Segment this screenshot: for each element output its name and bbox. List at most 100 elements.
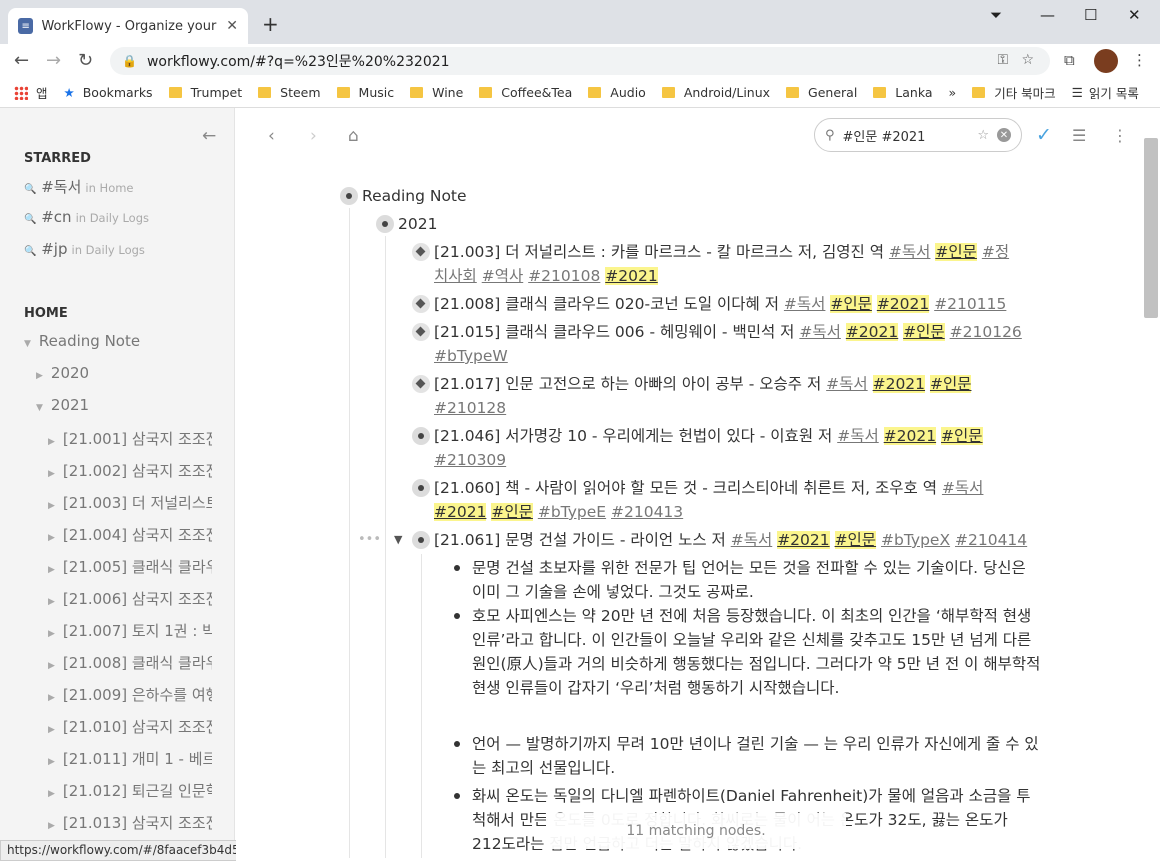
extensions-icon[interactable]: ⧉ bbox=[1064, 51, 1075, 69]
checkmark-icon[interactable]: ✓ bbox=[1036, 124, 1052, 146]
bookmarks-overflow-button[interactable]: » bbox=[949, 85, 957, 100]
bookmark-folder[interactable]: Audio bbox=[588, 85, 646, 100]
expand-icon[interactable]: ▶ bbox=[48, 661, 55, 671]
home-icon[interactable]: ⌂ bbox=[348, 126, 359, 146]
expand-icon[interactable]: ▶ bbox=[48, 789, 55, 799]
sidebar-item-reading-note[interactable]: ▼ Reading Note bbox=[24, 332, 224, 350]
bullet-small[interactable] bbox=[454, 741, 460, 747]
tag[interactable]: #독서 bbox=[942, 479, 984, 497]
new-tab-button[interactable]: + bbox=[262, 12, 279, 36]
expand-icon[interactable]: ▶ bbox=[48, 693, 55, 703]
bookmark-folder[interactable]: Music bbox=[336, 85, 394, 100]
tab-workflowy[interactable]: ≡ WorkFlowy - Organize your brain. ✕ bbox=[8, 8, 248, 44]
sidebar-item[interactable]: ▶ [21.006] 삼국지 조조전 bbox=[48, 588, 212, 609]
tag[interactable]: #210108 bbox=[528, 267, 600, 285]
tag-highlight[interactable]: #2021 bbox=[845, 323, 899, 341]
bullet-small[interactable] bbox=[454, 565, 460, 571]
star-search-icon[interactable]: ☆ bbox=[977, 128, 989, 143]
tag-highlight[interactable]: #2021 bbox=[883, 427, 937, 445]
tag-highlight[interactable]: #인문 bbox=[830, 295, 872, 313]
tag-highlight[interactable]: #2021 bbox=[605, 267, 658, 285]
bookmark-folder[interactable]: Trumpet bbox=[168, 85, 242, 100]
tag[interactable]: #210413 bbox=[611, 503, 683, 521]
tag[interactable]: #독서 bbox=[784, 295, 826, 313]
sidebar-item[interactable]: ▶ [21.004] 삼국지 조조전 bbox=[48, 524, 212, 545]
tag[interactable]: #210115 bbox=[934, 295, 1006, 313]
tag-highlight[interactable]: #2021 bbox=[434, 503, 487, 521]
omnibox[interactable]: 🔒 workflowy.com/#?q=%23인문%20%232021 ⚿ ☆ bbox=[110, 47, 1050, 75]
clear-search-icon[interactable]: ✕ bbox=[997, 128, 1011, 142]
bullet-small[interactable] bbox=[454, 793, 460, 799]
expand-icon[interactable]: ▶ bbox=[36, 371, 43, 381]
bullet-dot[interactable] bbox=[412, 479, 430, 497]
bullet-diamond[interactable] bbox=[412, 323, 430, 341]
expand-icon[interactable]: ▶ bbox=[48, 565, 55, 575]
bullet-dot[interactable] bbox=[376, 215, 394, 233]
tag-highlight[interactable]: #인문 bbox=[903, 323, 945, 341]
tag[interactable]: #정 bbox=[982, 243, 1009, 261]
forward-icon[interactable]: → bbox=[46, 50, 61, 71]
node-entry[interactable]: [21.008] 클래식 클라우드 020-코넌 도일 이다혜 저 #독서 #인… bbox=[434, 292, 1006, 316]
sidebar-item[interactable]: ▶ [21.002] 삼국지 조조전 bbox=[48, 460, 212, 481]
tab-close-icon[interactable]: ✕ bbox=[226, 18, 238, 34]
node-entry-expanded[interactable]: [21.061] 문명 건설 가이드 - 라이언 노스 저 #독서 #2021 … bbox=[434, 528, 1027, 552]
sidebar-item[interactable]: ▶ [21.001] 삼국지 조조전 bbox=[48, 428, 212, 449]
search-box[interactable]: ⚲ #인문 #2021 ☆ ✕ bbox=[814, 118, 1022, 152]
bullet-diamond[interactable] bbox=[412, 375, 430, 393]
drag-handle-icon[interactable]: ••• bbox=[358, 528, 381, 552]
bookmark-bookmarks[interactable]: ★ Bookmarks bbox=[64, 85, 153, 100]
note-text[interactable]: 호모 사피엔스는 약 20만 년 전에 처음 등장했습니다. 이 최초의 인간을… bbox=[472, 604, 1042, 700]
tag[interactable]: #210126 bbox=[950, 323, 1022, 341]
expand-icon[interactable]: ▶ bbox=[48, 821, 55, 831]
tag[interactable]: #bTypeE bbox=[538, 503, 606, 521]
bullet-dot[interactable] bbox=[412, 531, 430, 549]
sidebar-item[interactable]: ▶ [21.010] 삼국지 조조전 bbox=[48, 716, 212, 737]
node-reading-note[interactable]: Reading Note bbox=[362, 184, 467, 208]
tag[interactable]: #독서 bbox=[799, 323, 841, 341]
tag[interactable]: #독서 bbox=[731, 531, 773, 549]
tag-highlight[interactable]: #인문 bbox=[491, 503, 533, 521]
back-icon[interactable]: ← bbox=[14, 50, 29, 71]
tag[interactable]: #210309 bbox=[434, 451, 506, 469]
maximize-button[interactable]: ☐ bbox=[1084, 6, 1097, 24]
minimize-button[interactable]: — bbox=[1040, 6, 1055, 24]
expand-icon[interactable]: ▶ bbox=[48, 725, 55, 735]
sidebar-item[interactable]: ▶ [21.013] 삼국지 조조전 bbox=[48, 812, 212, 833]
tag-highlight[interactable]: #인문 bbox=[941, 427, 983, 445]
more-options-icon[interactable]: ⋮ bbox=[1112, 126, 1128, 145]
starred-item[interactable]: 🔍 #cn in Daily Logs bbox=[24, 208, 149, 226]
expand-icon[interactable]: ▶ bbox=[48, 501, 55, 511]
expand-icon[interactable]: ▶ bbox=[48, 469, 55, 479]
bookmark-folder[interactable]: Steem bbox=[258, 85, 321, 100]
reading-list[interactable]: ☰ 읽기 목록 bbox=[1072, 83, 1139, 102]
sidebar-item[interactable]: ▶[21.008] 클래식 클라우드 bbox=[48, 652, 212, 673]
list-view-icon[interactable]: ☰ bbox=[1072, 126, 1086, 145]
tag-highlight[interactable]: #2021 bbox=[777, 531, 830, 549]
note-text[interactable]: 문명 건설 초보자를 위한 전문가 팁 언어는 모든 것을 전파할 수 있는 기… bbox=[472, 556, 1042, 604]
expand-icon[interactable]: ▶ bbox=[48, 757, 55, 767]
bookmark-folder[interactable]: Wine bbox=[410, 85, 463, 100]
collapse-triangle-icon[interactable]: ▼ bbox=[394, 528, 402, 552]
bullet-dot[interactable] bbox=[412, 427, 430, 445]
node-entry[interactable]: [21.003] 더 저널리스트 : 카를 마르크스 - 칼 마르크스 저, 김… bbox=[434, 240, 1009, 264]
bullet-diamond[interactable] bbox=[412, 295, 430, 313]
tag[interactable]: #독서 bbox=[837, 427, 879, 445]
search-input[interactable]: #인문 #2021 bbox=[843, 126, 926, 145]
tag[interactable]: #210414 bbox=[955, 531, 1027, 549]
tag-highlight[interactable]: #인문 bbox=[929, 375, 972, 393]
tag[interactable]: #bTypeW bbox=[434, 347, 508, 365]
tag[interactable]: #210128 bbox=[434, 399, 506, 417]
node-entry[interactable]: [21.060] 책 - 사람이 읽어야 할 모든 것 - 크리스티아네 취른트… bbox=[434, 476, 983, 500]
sidebar-item[interactable]: ▶[21.005] 클래식 클라우드 bbox=[48, 556, 212, 577]
tag[interactable]: 치사회 bbox=[434, 267, 477, 285]
sidebar-item-2021[interactable]: ▼ 2021 bbox=[36, 396, 226, 414]
bookmark-star-icon[interactable]: ⚿ ☆ bbox=[997, 52, 1034, 68]
bookmark-folder[interactable]: General bbox=[786, 85, 857, 100]
tag-highlight[interactable]: #인문 bbox=[935, 243, 977, 261]
sidebar-item[interactable]: ▶ [21.009] 은하수를 여행 bbox=[48, 684, 212, 705]
tag[interactable]: #bTypeX bbox=[881, 531, 950, 549]
scrollbar[interactable] bbox=[1144, 138, 1158, 318]
bullet-small[interactable] bbox=[454, 613, 460, 619]
bookmark-folder[interactable]: Coffee&Tea bbox=[479, 85, 572, 100]
tag[interactable]: #독서 bbox=[826, 375, 868, 393]
